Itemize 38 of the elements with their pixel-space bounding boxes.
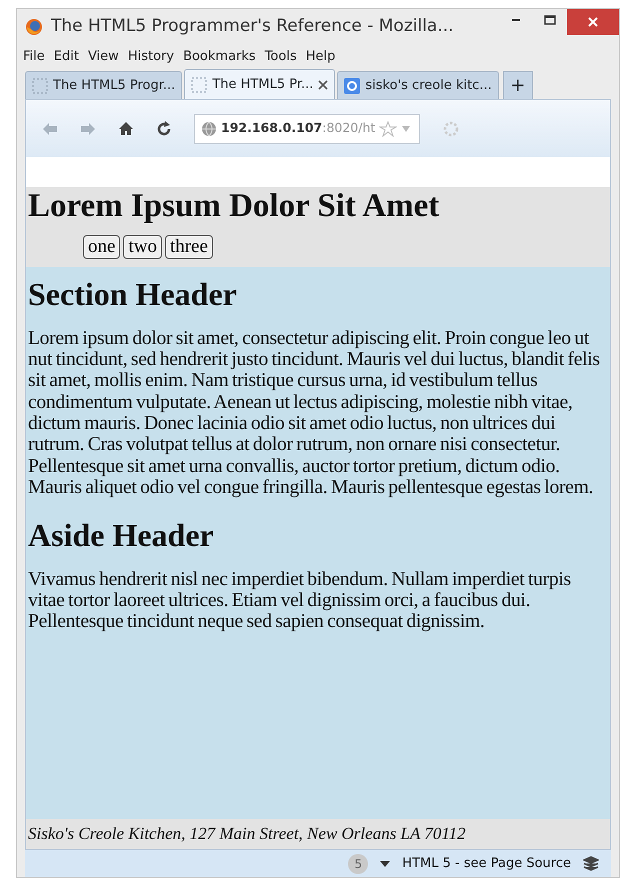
browser-tab[interactable]: sisko's creole kitc... (337, 71, 499, 99)
reload-icon[interactable] (156, 120, 172, 136)
status-text: HTML 5 - see Page Source (402, 854, 571, 873)
browser-tab[interactable]: The HTML5 Pr... (184, 69, 336, 99)
blank-page-icon (191, 76, 208, 92)
page-button[interactable]: two (123, 234, 162, 260)
browser-logo-icon (25, 18, 43, 36)
browser-tab[interactable]: The HTML5 Progr... (25, 71, 182, 99)
menu-item[interactable]: History (128, 47, 174, 67)
page-button[interactable]: one (83, 234, 120, 260)
menu-item[interactable]: File (23, 47, 45, 67)
caret-icon[interactable] (380, 860, 390, 866)
page-title: Lorem Ipsum Dolor Sit Amet (28, 187, 440, 226)
section-heading: Aside Header (28, 516, 215, 555)
section-heading: Section Header (28, 275, 238, 314)
menu-item[interactable]: Tools (264, 47, 297, 67)
close-tab-icon (318, 80, 328, 90)
bookmark-star-icon[interactable] (379, 120, 398, 136)
menu-item[interactable]: Edit (54, 47, 79, 67)
paragraph: Vivamus hendrerit nisl nec imperdiet bibendum. Nullam imperdiet turpis vitae tortor laoreet ultrices. Etiam vel dignissim orci, a faucibus dui. Pellentesque tincidunt neque sed sapien consequat dignissim. (28, 568, 572, 632)
globe-icon (201, 120, 217, 136)
window-title: The HTML5 Programmer's Reference - Mozilla... (51, 15, 454, 38)
menu-item[interactable]: Help (306, 47, 336, 67)
menu-item[interactable]: Bookmarks (183, 47, 256, 67)
new-tab-button[interactable]: + (502, 71, 533, 99)
home-icon[interactable] (118, 121, 134, 136)
loading-spinner-icon (442, 120, 460, 138)
search-engine-icon (344, 78, 360, 94)
close-icon (588, 17, 598, 27)
menu-item[interactable]: View (88, 47, 119, 67)
close-button[interactable] (567, 9, 619, 35)
page-footer: Sisko's Creole Kitchen, 127 Main Street, New Orleans LA 70112 (26, 818, 610, 849)
blank-page-icon (32, 78, 48, 94)
maximize-icon (544, 15, 556, 25)
layers-icon[interactable] (583, 856, 599, 872)
paragraph: Lorem ipsum dolor sit amet, consectetur adipiscing elit. Proin congue leo ut nut tincidunt, sed hendrerit justo tincidunt. Mauris vel dui luctus, blandit felis sit amet, mollis enim. Nam tristique cursus urna, id vestibulum tellus condimentum vulputate. Aenean ut lectus adipiscing, molestie nibh vitae, dictum mauris. Donec lacinia odio sit amet odio luctus, non ultrices dui rutrum. Cras volutpat tellus at dolor rutrum, non ornare nisi consectetur. Pellentesque sit amet urna convallis, auctor tortor pretium, dictum odio. Mauris aliquet odio vel congue fringilla. Mauris pellentesque egestas lorem. (28, 328, 601, 498)
address-field[interactable]: 192.168.0.107:8020/ht (194, 114, 420, 144)
page-button[interactable]: three (164, 234, 213, 260)
